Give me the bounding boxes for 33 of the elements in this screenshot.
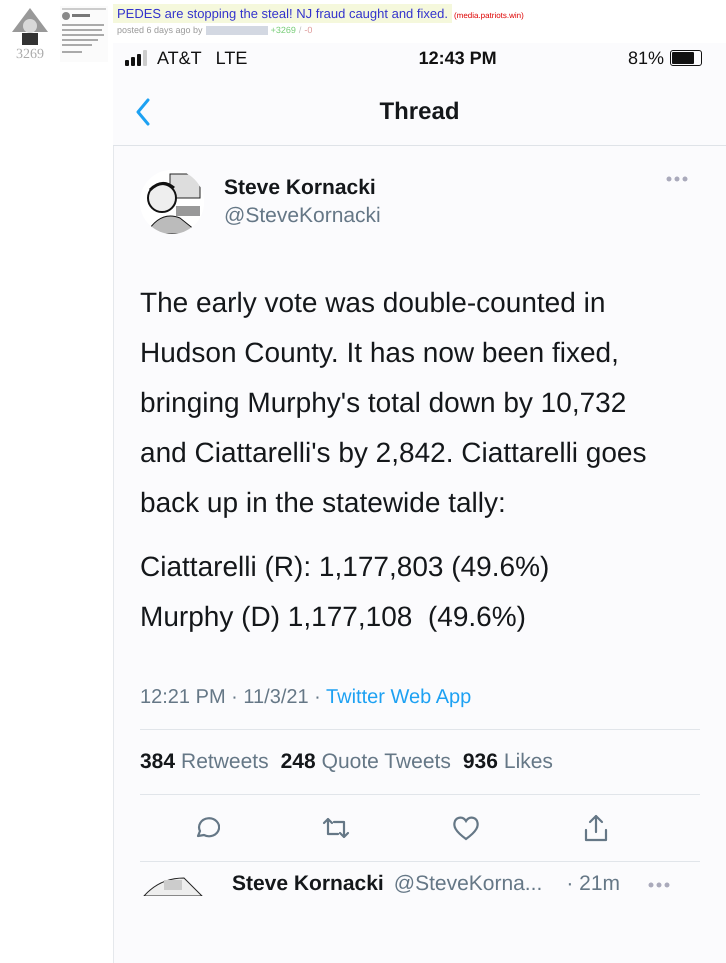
stat-count: 384	[140, 750, 176, 774]
like-icon[interactable]	[451, 814, 482, 842]
upvote-count: +3269	[270, 25, 296, 35]
redacted-username	[206, 26, 268, 34]
author-handle[interactable]: @SteveKornacki	[224, 204, 381, 228]
tweet-text: The early vote was double-counted in Hudson County. It has now been fixed, bringing Murphy's total down by 10,732 and Ciattarelli's by 2,842. Ciattarelli goes back up in the statewide tally:	[140, 286, 648, 520]
stat-count: 248	[280, 750, 316, 774]
battery-percent: 81%	[628, 48, 664, 68]
separator-text: /	[298, 25, 302, 35]
post-score: 3269	[16, 47, 44, 63]
stat-label[interactable]: Quote Tweets	[322, 750, 451, 774]
author-handle[interactable]: @SteveKorna...	[394, 872, 542, 896]
stat-count: 936	[462, 750, 498, 774]
tweet-timestamp: 12:21 PM · 11/3/21 ·	[140, 686, 322, 708]
back-icon[interactable]	[135, 98, 151, 126]
result-line: Ciattarelli (R): 1,177,803 (49.6%)	[140, 550, 550, 584]
posted-text: posted 6 days ago by	[117, 25, 203, 35]
carrier-text: AT&T	[157, 48, 202, 68]
post-title-link[interactable]: PEDES are stopping the steal! NJ fraud caught and fixed.	[113, 4, 452, 23]
author-name[interactable]: Steve Kornacki	[224, 176, 381, 200]
battery-icon	[670, 50, 702, 66]
clock-text: 12:43 PM	[418, 48, 497, 68]
domain-link[interactable]: (media.patriots.win)	[454, 11, 524, 20]
nav-title: Thread	[379, 98, 460, 126]
avatar-icon	[10, 6, 50, 46]
result-line: Murphy (D) 1,177,108 (49.6%)	[140, 600, 527, 634]
downvote-count: -0	[304, 25, 312, 35]
source-link[interactable]: Twitter Web App	[326, 686, 472, 708]
stat-label[interactable]: Retweets	[181, 750, 269, 774]
tweet-age: · 21m	[566, 872, 620, 896]
author-name[interactable]: Steve Kornacki	[232, 872, 384, 896]
network-text: LTE	[216, 48, 248, 68]
stat-label[interactable]: Likes	[504, 750, 553, 774]
